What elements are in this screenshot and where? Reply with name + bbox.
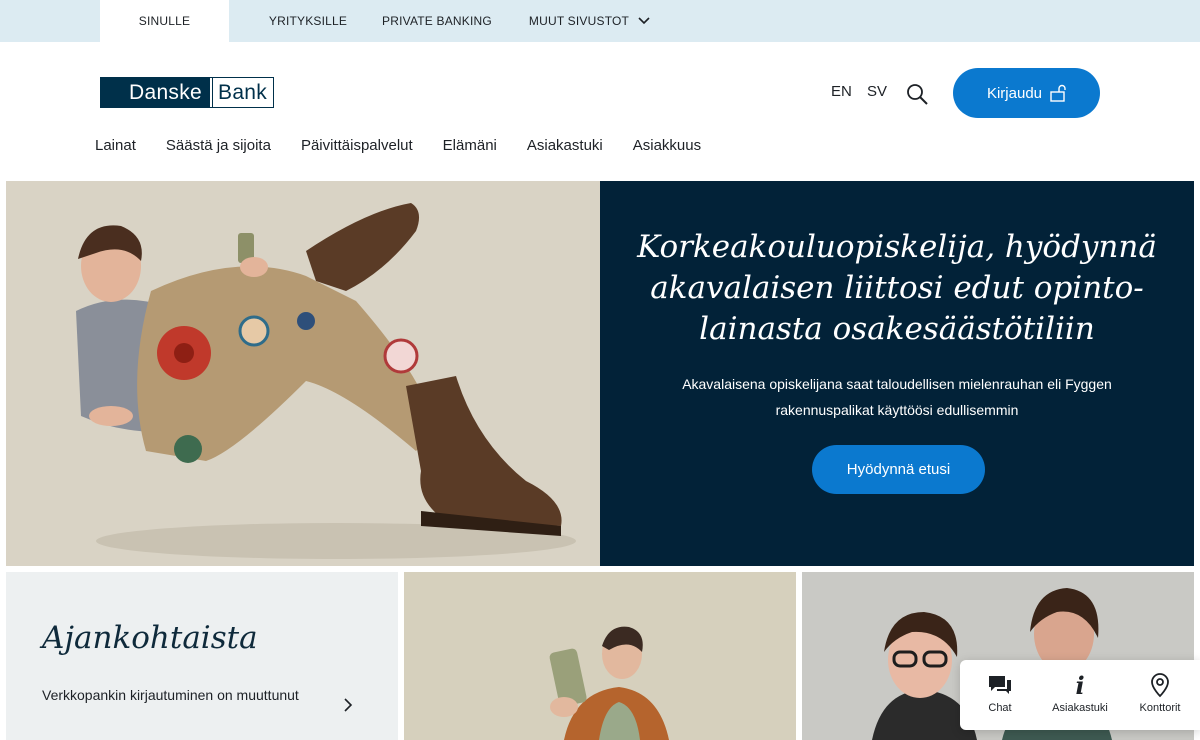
info-icon: i bbox=[1075, 672, 1084, 698]
language-en-link[interactable]: EN bbox=[831, 83, 852, 100]
hero-image bbox=[6, 181, 600, 566]
nav-item-paivittaispalvelut[interactable]: Päivittäispalvelut bbox=[301, 137, 413, 157]
main-navigation: Lainat Säästä ja sijoita Päivittäispalve… bbox=[95, 137, 731, 157]
svg-text:i: i bbox=[1075, 672, 1084, 698]
language-sv-link[interactable]: SV bbox=[867, 83, 887, 100]
location-pin-icon bbox=[1151, 673, 1169, 698]
tab-private-banking[interactable]: PRIVATE BANKING bbox=[378, 0, 496, 42]
nav-item-asiakkuus[interactable]: Asiakkuus bbox=[633, 137, 701, 157]
unlock-icon bbox=[1050, 84, 1066, 102]
help-widget: Chat i Asiakastuki Konttorit bbox=[960, 660, 1200, 730]
search-icon[interactable] bbox=[905, 82, 929, 106]
tab-label: PRIVATE BANKING bbox=[382, 14, 492, 28]
offices-button[interactable]: Konttorit bbox=[1120, 660, 1200, 730]
hero-title: Korkeakouluopiskelija, hyödynnä akavalai… bbox=[637, 229, 1157, 347]
offices-label: Konttorit bbox=[1139, 702, 1181, 714]
chevron-down-icon bbox=[638, 17, 650, 25]
login-button[interactable]: Kirjaudu bbox=[953, 68, 1100, 118]
tab-muut-sivustot[interactable]: MUUT SIVUSTOT bbox=[520, 0, 660, 42]
support-button[interactable]: i Asiakastuki bbox=[1040, 660, 1120, 730]
tab-yrityksille[interactable]: YRITYKSILLE bbox=[256, 0, 360, 42]
logo-word-danske: Danske bbox=[101, 78, 211, 107]
tab-label: MUUT SIVUSTOT bbox=[528, 14, 630, 28]
student-photo-illustration bbox=[6, 181, 600, 566]
chevron-right-icon[interactable] bbox=[342, 698, 354, 712]
woman-with-phone-illustration bbox=[404, 572, 796, 740]
nav-item-lainat[interactable]: Lainat bbox=[95, 137, 136, 157]
chat-icon bbox=[989, 676, 1011, 694]
logo-word-bank: Bank bbox=[212, 78, 274, 107]
nav-item-saasta-ja-sijoita[interactable]: Säästä ja sijoita bbox=[166, 137, 271, 157]
tab-label: SINULLE bbox=[138, 14, 191, 28]
chat-button[interactable]: Chat bbox=[960, 660, 1040, 730]
chat-label: Chat bbox=[988, 702, 1012, 714]
hero-text-panel: Korkeakouluopiskelija, hyödynnä akavalai… bbox=[600, 181, 1194, 566]
tab-sinulle[interactable]: SINULLE bbox=[100, 0, 229, 42]
promo-card-image[interactable] bbox=[404, 572, 796, 740]
support-label: Asiakastuki bbox=[1052, 702, 1108, 714]
hero-banner: Korkeakouluopiskelija, hyödynnä akavalai… bbox=[6, 181, 1194, 566]
danske-bank-logo[interactable]: Danske Bank bbox=[100, 77, 275, 108]
hero-subtitle: Akavalaisena opiskelijana saat taloudell… bbox=[682, 376, 1112, 418]
audience-bar: SINULLE YRITYKSILLE PRIVATE BANKING MUUT… bbox=[0, 0, 1200, 42]
login-label: Kirjaudu bbox=[986, 84, 1043, 102]
news-link[interactable]: Verkkopankin kirjautuminen on muuttunut bbox=[42, 682, 332, 708]
tab-label: YRITYKSILLE bbox=[268, 14, 348, 28]
nav-item-asiakastuki[interactable]: Asiakastuki bbox=[527, 137, 603, 157]
news-card: Ajankohtaista Verkkopankin kirjautuminen… bbox=[6, 572, 398, 740]
news-title: Ajankohtaista bbox=[42, 620, 258, 656]
hero-cta-button[interactable]: Hyödynnä etusi bbox=[812, 445, 985, 494]
nav-item-elamani[interactable]: Elämäni bbox=[443, 137, 497, 157]
